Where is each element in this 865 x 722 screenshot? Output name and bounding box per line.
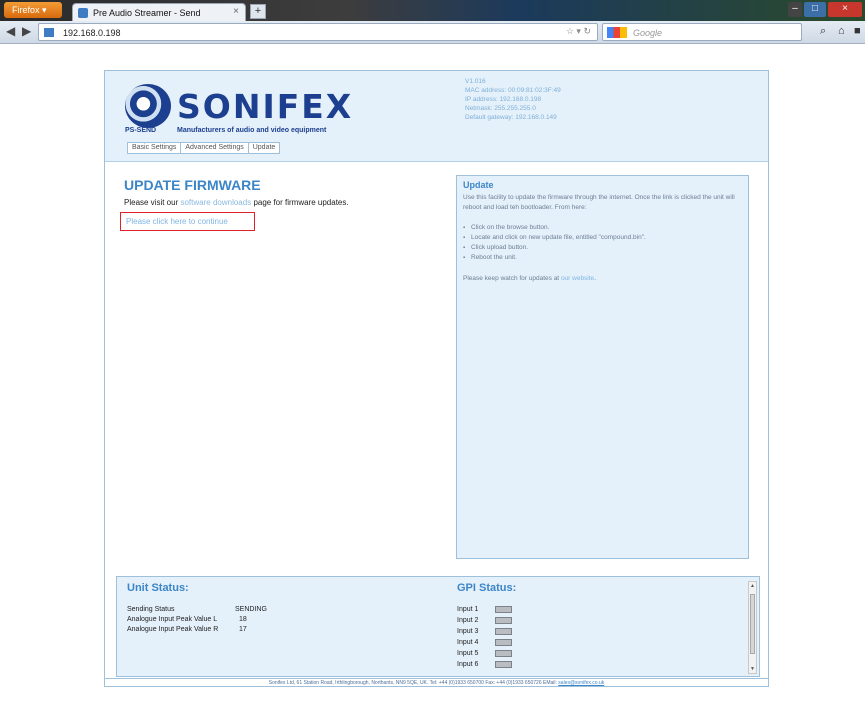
visit-text: Please visit our software downloads page… (124, 198, 349, 207)
gpi-row: Input 3 (457, 628, 512, 637)
status-row: Analogue Input Peak Value R 17 (127, 626, 247, 633)
search-icon[interactable]: ⌕ (820, 25, 826, 38)
new-tab-button[interactable]: + (250, 4, 266, 19)
default-gateway: Default gateway: 192.168.0.149 (465, 114, 557, 121)
gpi-label: Input 5 (457, 650, 479, 657)
gpi-status-title: GPI Status: (457, 582, 517, 594)
product-name: PS-SEND (125, 127, 157, 134)
list-item: Reboot the unit. (463, 253, 742, 263)
update-description: Use this facility to update the firmware… (463, 194, 735, 211)
keep-prefix: Please keep watch for updates at (463, 275, 560, 282)
gpi-led-icon (495, 606, 512, 613)
list-item: Click on the browse button. (463, 223, 742, 233)
keep-watch-text: Please keep watch for updates at our web… (463, 275, 596, 282)
gpi-label: Input 1 (457, 606, 479, 613)
status-panel: Unit Status: Sending Status SENDING Anal… (116, 576, 760, 677)
back-arrow-icon[interactable]: ◀ (6, 24, 15, 38)
update-steps: Click on the browse button. Locate and c… (463, 223, 742, 263)
tab-update[interactable]: Update (249, 143, 280, 153)
firmware-version: V1.016 (465, 78, 486, 85)
gpi-row: Input 1 (457, 606, 512, 615)
url-bar[interactable]: 192.168.0.198 ☆ ▾ ↻ (38, 23, 598, 41)
tab-close-icon[interactable]: × (233, 6, 239, 17)
status-value: 17 (239, 626, 247, 633)
update-help-panel: Update Use this facility to update the f… (456, 175, 749, 559)
firefox-menu-button[interactable]: Firefox ▾ (4, 2, 62, 18)
footer-address: Sonifex Ltd, 61 Station Road, Irthlingbo… (268, 680, 557, 686)
gpi-led-icon (495, 650, 512, 657)
status-row: Analogue Input Peak Value L 18 (127, 616, 247, 623)
maximize-icon[interactable]: □ (804, 2, 826, 17)
device-info: V1.016 MAC address: 00:09:81:02:3F:49 IP… (465, 77, 561, 122)
gpi-led-icon (495, 617, 512, 624)
tab-advanced-settings[interactable]: Advanced Settings (181, 143, 249, 153)
gpi-led-icon (495, 639, 512, 646)
minimize-icon[interactable]: – (788, 2, 802, 17)
tab-title: Pre Audio Streamer - Send (93, 8, 201, 18)
list-item: Click upload button. (463, 243, 742, 253)
status-scrollbar[interactable]: ▲ ▼ (748, 581, 757, 674)
gpi-row: Input 4 (457, 639, 512, 648)
update-panel-title: Update (463, 180, 494, 190)
list-item: Locate and click on new update file, ent… (463, 233, 742, 243)
gpi-label: Input 6 (457, 661, 479, 668)
gpi-label: Input 4 (457, 639, 479, 646)
google-logo-icon (607, 27, 627, 38)
home-icon[interactable]: ⌂ (838, 25, 845, 37)
gpi-label: Input 2 (457, 617, 479, 624)
status-label: Analogue Input Peak Value L (127, 616, 218, 623)
gpi-row: Input 5 (457, 650, 512, 659)
status-value: 18 (239, 616, 247, 623)
brand-name: SONIFEX (177, 87, 354, 126)
ip-address: IP address: 192.168.0.198 (465, 96, 542, 103)
netmask: Netmask: 255.255.255.0 (465, 105, 536, 112)
bookmark-star-icon[interactable]: ☆ ▾ ↻ (566, 26, 591, 37)
browser-titlebar: Firefox ▾ Pre Audio Streamer - Send × + … (0, 0, 865, 21)
mac-address: MAC address: 00:09:81:02:3F:49 (465, 87, 561, 94)
visit-suffix: page for firmware updates. (253, 198, 349, 207)
firefox-menu-label: Firefox (12, 5, 40, 15)
brand-tagline: Manufacturers of audio and video equipme… (177, 127, 327, 134)
gpi-row: Input 2 (457, 617, 512, 626)
scroll-up-icon[interactable]: ▲ (749, 582, 756, 590)
status-value: SENDING (235, 606, 267, 613)
forward-arrow-icon[interactable]: ▶ (22, 24, 31, 38)
sonifex-header: SONIFEX PS-SEND Manufacturers of audio a… (105, 71, 768, 162)
software-downloads-link[interactable]: software downloads (180, 198, 251, 207)
scroll-thumb[interactable] (750, 594, 755, 654)
page-viewport: SONIFEX PS-SEND Manufacturers of audio a… (0, 45, 865, 722)
device-frame: SONIFEX PS-SEND Manufacturers of audio a… (104, 70, 769, 687)
status-label: Sending Status (127, 606, 175, 613)
gpi-label: Input 3 (457, 628, 479, 635)
site-identity-icon (44, 28, 54, 37)
page-title: UPDATE FIRMWARE (124, 177, 261, 193)
browser-tab[interactable]: Pre Audio Streamer - Send × (72, 3, 246, 21)
settings-tabs: Basic Settings Advanced Settings Update (127, 142, 281, 154)
close-window-icon[interactable]: × (828, 2, 862, 17)
url-text: 192.168.0.198 (63, 28, 121, 38)
search-input[interactable]: Google (602, 23, 802, 41)
continue-link[interactable]: Please click here to continue (126, 217, 228, 226)
gpi-led-icon (495, 628, 512, 635)
tab-basic-settings[interactable]: Basic Settings (128, 143, 182, 153)
unit-status-title: Unit Status: (127, 582, 189, 594)
bookmarks-icon[interactable]: ■ (854, 25, 861, 37)
gpi-led-icon (495, 661, 512, 668)
page-favicon-icon (78, 8, 88, 18)
visit-prefix: Please visit our (124, 198, 179, 207)
scroll-down-icon[interactable]: ▼ (749, 665, 756, 673)
page-footer: Sonifex Ltd, 61 Station Road, Irthlingbo… (105, 678, 768, 687)
sonifex-logo-icon (125, 84, 171, 128)
search-placeholder: Google (633, 28, 663, 38)
navigation-toolbar: ◀ ▶ 192.168.0.198 ☆ ▾ ↻ Google ⌕ ⌂ ■ (0, 21, 865, 44)
status-label: Analogue Input Peak Value R (127, 626, 219, 633)
our-website-link[interactable]: our website (561, 275, 594, 282)
gpi-row: Input 6 (457, 661, 512, 670)
status-row: Sending Status SENDING (127, 606, 267, 613)
footer-email-link[interactable]: sales@sonifex.co.uk (558, 680, 604, 686)
